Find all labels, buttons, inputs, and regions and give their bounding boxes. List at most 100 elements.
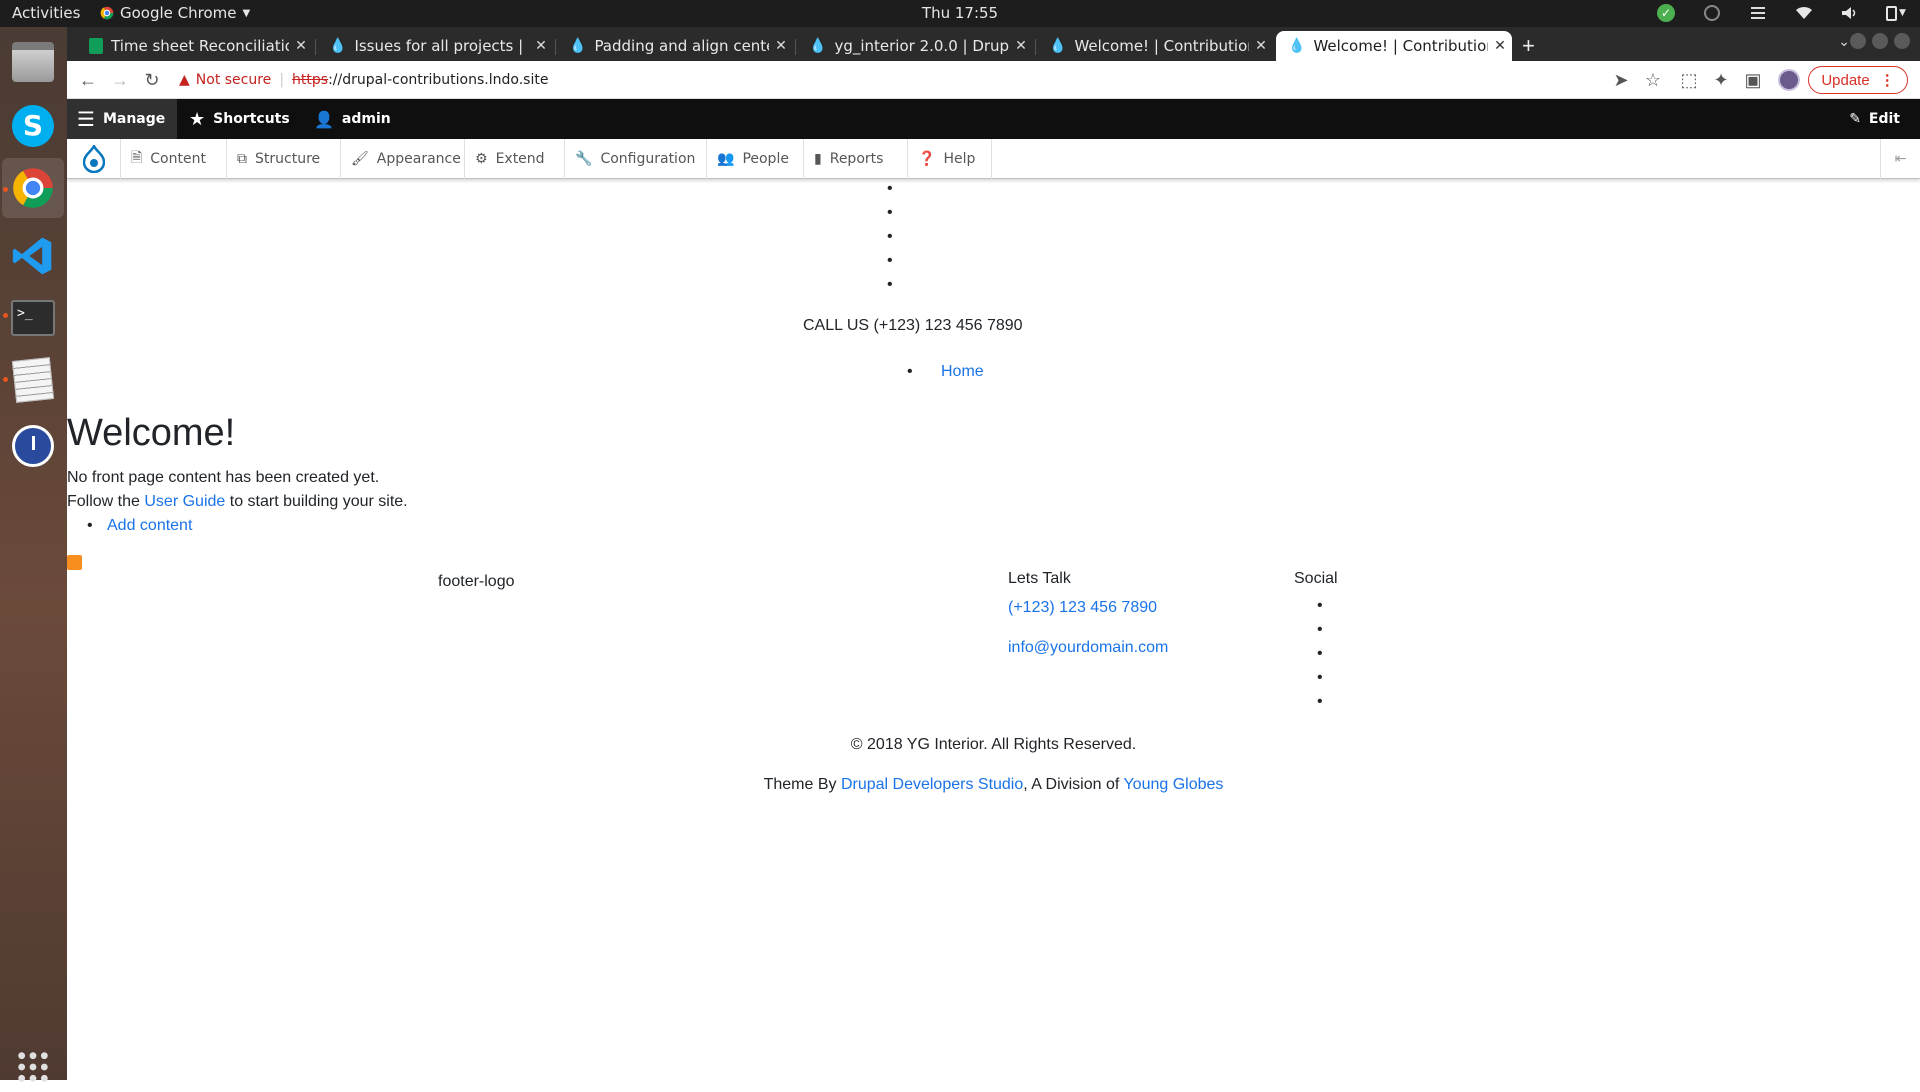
footer-email-link[interactable]: info@yourdomain.com xyxy=(1008,639,1168,657)
bar-chart-icon: ▮ xyxy=(814,151,822,167)
user-tab[interactable]: 👤 admin xyxy=(304,99,401,139)
menu-label: Content xyxy=(150,151,206,167)
brush-icon: 🖌 xyxy=(351,151,369,167)
rss-feed-icon[interactable] xyxy=(67,555,82,570)
clock[interactable]: Thu 17:55 xyxy=(922,4,998,22)
menu-extend[interactable]: ⚙ Extend xyxy=(465,139,565,179)
close-window-button[interactable] xyxy=(1894,33,1910,49)
minimize-button[interactable] xyxy=(1850,33,1866,49)
collapse-tray-icon[interactable]: ⇤ xyxy=(1880,139,1920,179)
wrench-icon: 🔧 xyxy=(575,151,593,167)
menu-structure[interactable]: ⧉ Structure xyxy=(227,139,341,179)
terminal-icon[interactable]: >_ xyxy=(8,293,58,343)
close-icon[interactable]: ✕ xyxy=(289,38,313,54)
close-icon[interactable]: ✕ xyxy=(1009,38,1033,54)
new-tab-button[interactable]: + xyxy=(1522,33,1535,59)
vscode-icon[interactable] xyxy=(8,231,58,281)
menu-people[interactable]: 👥 People xyxy=(707,139,804,179)
reload-icon[interactable]: ↻ xyxy=(141,69,163,91)
tab-separator xyxy=(315,39,316,55)
close-icon[interactable]: ✕ xyxy=(769,38,793,54)
browser-tab[interactable]: 💧 Padding and align center ✕ xyxy=(557,31,793,61)
activities-button[interactable]: Activities xyxy=(12,4,80,22)
star-icon: ★ xyxy=(189,108,206,130)
copyright-text: © 2018 YG Interior. All Rights Reserved. xyxy=(850,736,1137,753)
send-tab-icon[interactable]: ➤ xyxy=(1610,69,1632,91)
extensions-puzzle-icon[interactable]: ✦ xyxy=(1710,69,1732,91)
browser-tab[interactable]: 💧 Welcome! | Contribution ✕ xyxy=(1037,31,1273,61)
shortcuts-tab[interactable]: ★ Shortcuts xyxy=(179,99,300,139)
file-icon: 🗎 xyxy=(131,150,143,166)
footer-logo-alt: footer-logo xyxy=(438,573,515,590)
drupal-icon: 💧 xyxy=(329,38,347,54)
show-applications-icon[interactable] xyxy=(8,1042,58,1092)
tab-separator xyxy=(795,39,796,55)
drupal-logo-icon[interactable] xyxy=(67,139,121,179)
skype-icon[interactable]: S xyxy=(8,101,58,151)
security-label[interactable]: Not secure xyxy=(196,72,272,88)
url-scheme: https xyxy=(292,72,329,88)
footer-phone-link[interactable]: (+123) 123 456 7890 xyxy=(1008,599,1157,617)
theme-by-prefix: Theme By xyxy=(763,776,841,793)
user-label: admin xyxy=(341,111,391,127)
omnibox-divider: | xyxy=(279,72,285,88)
add-content-link[interactable]: Add content xyxy=(107,517,192,535)
app-menu-label: Google Chrome xyxy=(120,4,237,22)
bookmark-star-icon[interactable]: ☆ xyxy=(1642,69,1664,91)
tab-search-chevron-icon[interactable]: ⌄ xyxy=(1838,33,1850,50)
tab-separator xyxy=(555,39,556,55)
browser-tab[interactable]: 💧 yg_interior 2.0.0 | Drupal ✕ xyxy=(797,31,1033,61)
pencil-icon: ✎ xyxy=(1849,111,1861,127)
browser-tab-strip: Time sheet Reconciliation ✕ 💧 Issues for… xyxy=(67,27,1920,61)
browser-tab[interactable]: Time sheet Reconciliation ✕ xyxy=(77,31,313,61)
footer-logo-broken-image: footer-logo xyxy=(438,573,515,591)
drupal-icon: 💧 xyxy=(1049,38,1067,54)
battery-clipboard-icon[interactable]: ▼ xyxy=(1886,3,1906,23)
files-icon[interactable] xyxy=(8,37,58,87)
drupal-admin-tray: 🗎 Content ⧉ Structure 🖌 Appearance ⚙ Ext… xyxy=(67,139,1920,179)
user-guide-link[interactable]: User Guide xyxy=(144,493,225,510)
forward-arrow-icon[interactable]: → xyxy=(109,69,131,91)
running-indicator xyxy=(3,377,8,382)
ubuntu-dock: S >_ xyxy=(0,27,67,1082)
wifi-icon[interactable] xyxy=(1794,3,1814,23)
drupal-admin-bar: ☰ Manage ★ Shortcuts 👤 admin ✎ Edit xyxy=(67,99,1920,139)
timer-app-icon[interactable] xyxy=(8,421,58,471)
tab-title: Padding and align center xyxy=(594,37,769,55)
menu-configuration[interactable]: 🔧 Configuration xyxy=(565,139,707,179)
address-bar[interactable]: ▲ Not secure | https://drupal-contributi… xyxy=(175,64,1725,96)
check-shield-icon[interactable]: ✓ xyxy=(1656,3,1676,23)
manage-tab[interactable]: ☰ Manage xyxy=(67,99,177,139)
menu-appearance[interactable]: 🖌 Appearance xyxy=(341,139,465,179)
browser-tab[interactable]: 💧 Issues for all projects | Dr ✕ xyxy=(317,31,553,61)
side-panel-icon[interactable]: ▣ xyxy=(1742,69,1764,91)
nav-home-link[interactable]: Home xyxy=(941,363,984,381)
tab-title: Welcome! | Contribution xyxy=(1074,37,1249,55)
back-arrow-icon[interactable]: ← xyxy=(77,69,99,91)
maximize-button[interactable] xyxy=(1872,33,1888,49)
close-icon[interactable]: ✕ xyxy=(1488,38,1512,54)
browser-toolbar: ← → ↻ ▲ Not secure | https://drupal-cont… xyxy=(67,61,1920,99)
screenshot-icon[interactable]: ⬚ xyxy=(1678,69,1700,91)
menu-help[interactable]: ❓ Help xyxy=(908,139,992,179)
notes-icon[interactable] xyxy=(1748,3,1768,23)
volume-icon[interactable] xyxy=(1840,3,1860,23)
app-menu[interactable]: Google Chrome ▼ xyxy=(100,4,250,22)
chrome-dock-icon[interactable] xyxy=(2,158,64,218)
profile-avatar[interactable] xyxy=(1778,69,1800,91)
no-content-text: No front page content has been created y… xyxy=(67,469,380,486)
menu-reports[interactable]: ▮ Reports xyxy=(804,139,908,179)
close-icon[interactable]: ✕ xyxy=(1249,38,1273,54)
window-controls xyxy=(1850,33,1910,49)
browser-tab-active[interactable]: 💧 Welcome! | Contribution ✕ xyxy=(1276,31,1512,61)
young-globes-link[interactable]: Young Globes xyxy=(1123,776,1223,793)
chevron-down-icon: ▼ xyxy=(242,7,251,19)
menu-content[interactable]: 🗎 Content xyxy=(121,139,227,179)
text-editor-icon[interactable] xyxy=(8,355,58,405)
edit-tab[interactable]: ✎ Edit xyxy=(1839,99,1910,139)
update-button[interactable]: Update ⋮ xyxy=(1808,66,1908,94)
menu-label: Appearance xyxy=(376,151,461,167)
drupal-developers-studio-link[interactable]: Drupal Developers Studio xyxy=(841,776,1023,793)
power-timer-icon[interactable] xyxy=(1702,3,1722,23)
close-icon[interactable]: ✕ xyxy=(529,38,553,54)
